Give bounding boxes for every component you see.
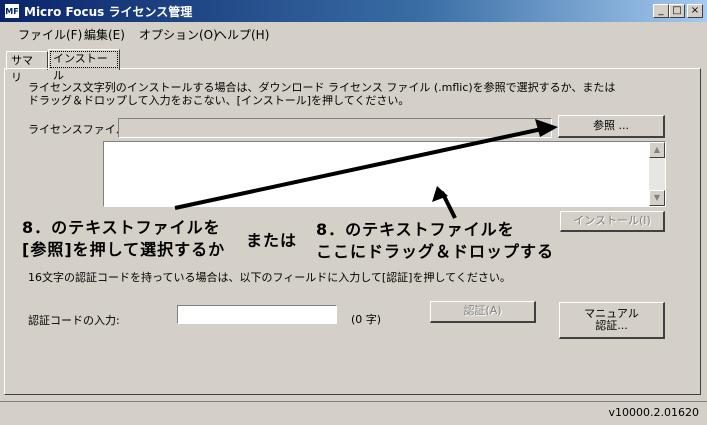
version-text: v10000.2.01620 (608, 406, 700, 419)
annotation-right-line1: 8．のテキストファイルを (316, 220, 515, 239)
auth-code-label: 認証コードの入力: (28, 314, 120, 327)
annotation-right-line2: ここにドラッグ＆ドロップする (316, 242, 555, 261)
auth-button[interactable]: 認証(A) (430, 301, 536, 323)
manual-auth-button[interactable]: マニュアル 認証... (559, 302, 665, 339)
auth-instruction: 16文字の認証コードを持っている場合は、以下のフィールドに入力して[認証]を押し… (28, 271, 511, 284)
annotation-middle: または (246, 231, 298, 250)
annotation-left-line1: 8．のテキストファイルを (22, 218, 221, 237)
status-bar: v10000.2.01620 (0, 401, 707, 425)
license-manager-window: MF Micro Focus ライセンス管理 _ □ × ファイル(F) 編集(… (0, 0, 707, 425)
tab-install[interactable]: インストール (48, 49, 120, 82)
char-count: (0 字) (351, 313, 382, 326)
annotation-left-line2: [参照]を押して選択するか (22, 240, 226, 259)
arrow-to-browse (174, 127, 543, 210)
arrowhead-browse-icon (535, 119, 558, 137)
auth-code-input[interactable] (177, 305, 337, 324)
manual-auth-line2: 認証... (595, 319, 628, 332)
